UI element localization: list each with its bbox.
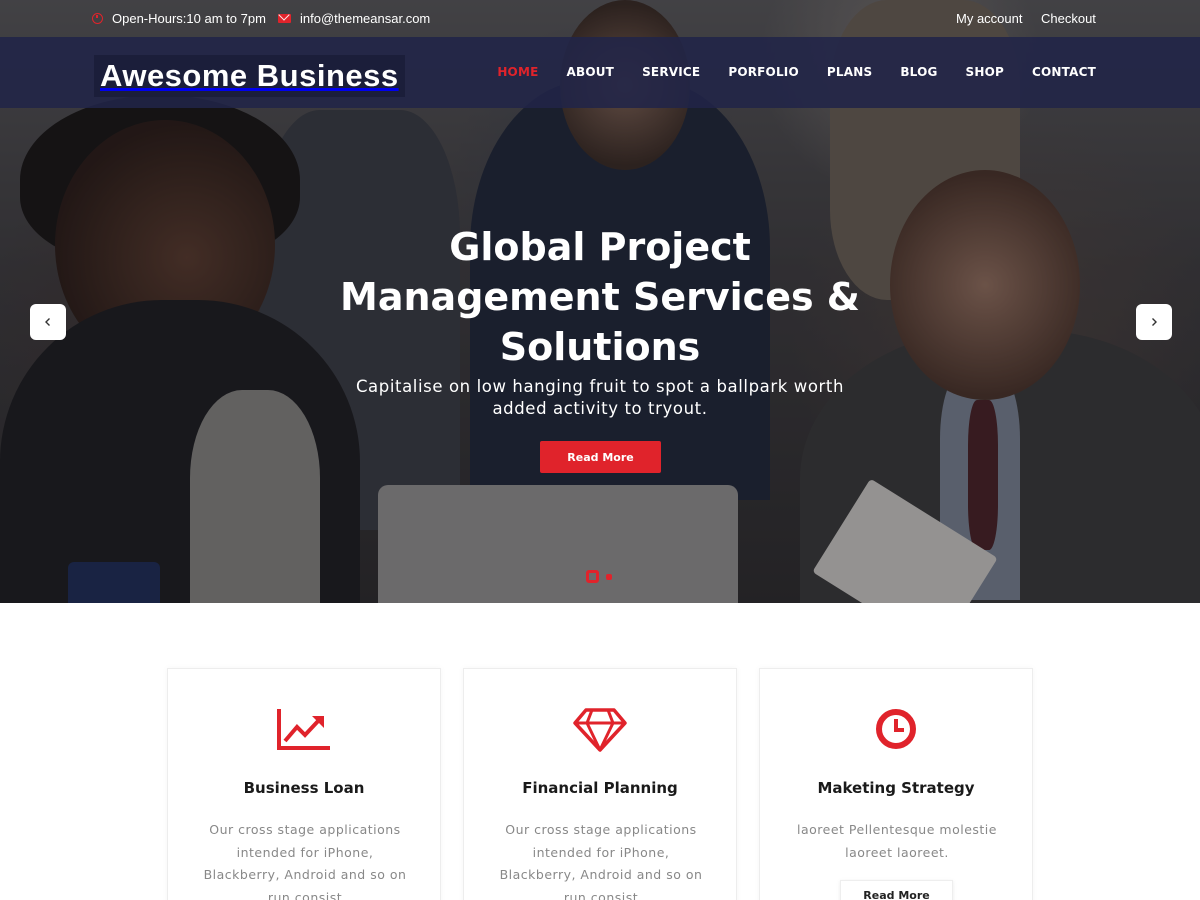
nav-about[interactable]: ABOUT (567, 65, 615, 79)
slider-next-button[interactable] (1136, 304, 1172, 340)
email-link[interactable]: info@themeansar.com (300, 11, 430, 26)
main-navbar: Awesome Business HOME ABOUT SERVICE PORF… (0, 37, 1200, 108)
site-logo-text: Awesome Business (100, 58, 399, 93)
feature-text-line: run consist (267, 889, 343, 900)
feature-text-line: laoreet Pellentesque molestie (797, 822, 997, 837)
feature-description: Our cross stage applications intended fo… (484, 819, 718, 900)
hero-subtitle-line: Capitalise on low hanging fruit to spot … (355, 377, 845, 396)
slider-dots (586, 570, 612, 583)
nav-contact[interactable]: CONTACT (1032, 65, 1096, 79)
main-menu: HOME ABOUT SERVICE PORFOLIO PLANS BLOG S… (497, 65, 1096, 79)
hero-title: Global Project Management Services & Sol… (300, 222, 900, 372)
feature-text-line: Blackberry, Android and so on (499, 867, 703, 882)
my-account-link[interactable]: My account (956, 11, 1022, 26)
feature-text-line: run consist (563, 889, 639, 900)
feature-description: laoreet Pellentesque molestie laoreet la… (780, 819, 1014, 864)
open-hours-text: Open-Hours:10 am to 7pm (112, 11, 266, 26)
chart-up-icon (168, 707, 440, 755)
nav-portfolio[interactable]: PORFOLIO (728, 65, 799, 79)
feature-text-line: Blackberry, Android and so on (203, 867, 407, 882)
clock-icon (92, 13, 103, 24)
feature-title: Financial Planning (522, 779, 678, 797)
hero-subtitle-line: added activity to tryout. (492, 399, 708, 418)
feature-card-business-loan: Business Loan Our cross stage applicatio… (167, 668, 441, 900)
feature-text-line: laoreet laoreet. (845, 844, 949, 860)
slider-dot-1[interactable] (586, 570, 599, 583)
chevron-left-icon (45, 318, 50, 326)
hero-title-line: Solutions (499, 325, 701, 369)
diamond-icon (464, 707, 736, 755)
slider-prev-button[interactable] (30, 304, 66, 340)
site-logo[interactable]: Awesome Business (94, 55, 405, 97)
checkout-link[interactable]: Checkout (1041, 11, 1096, 26)
feature-text-line: Our cross stage applications (209, 822, 401, 837)
slider-dot-2[interactable] (606, 573, 612, 580)
chevron-right-icon (1152, 318, 1157, 326)
feature-card-financial-planning: Financial Planning Our cross stage appli… (463, 668, 737, 900)
hero-title-line: Global Project (449, 225, 751, 269)
nav-shop[interactable]: SHOP (966, 65, 1004, 79)
nav-service[interactable]: SERVICE (642, 65, 700, 79)
top-bar: Open-Hours:10 am to 7pm info@themeansar.… (0, 0, 1200, 37)
contact-email: info@themeansar.com (278, 11, 430, 26)
hero-subtitle: Capitalise on low hanging fruit to spot … (300, 376, 900, 420)
nav-blog[interactable]: BLOG (900, 65, 937, 79)
nav-plans[interactable]: PLANS (827, 65, 872, 79)
features-section: Business Loan Our cross stage applicatio… (167, 668, 1033, 900)
nav-home[interactable]: HOME (497, 65, 538, 79)
feature-title: Business Loan (243, 779, 365, 797)
feature-card-marketing-strategy: Maketing Strategy laoreet Pellentesque m… (759, 668, 1033, 900)
feature-text-line: intended for iPhone, (532, 844, 670, 860)
feature-description: Our cross stage applications intended fo… (188, 819, 422, 900)
feature-title: Maketing Strategy (817, 779, 975, 797)
hero-title-line: Management Services & (340, 275, 860, 319)
envelope-icon (278, 14, 291, 23)
clock-icon (760, 707, 1032, 755)
feature-text-line: intended for iPhone, (236, 844, 374, 860)
feature-text-line: Our cross stage applications (505, 822, 697, 837)
open-hours: Open-Hours:10 am to 7pm (92, 11, 266, 26)
hero-read-more-button[interactable]: Read More (540, 441, 661, 473)
feature-read-more-button[interactable]: Read More (840, 880, 953, 900)
